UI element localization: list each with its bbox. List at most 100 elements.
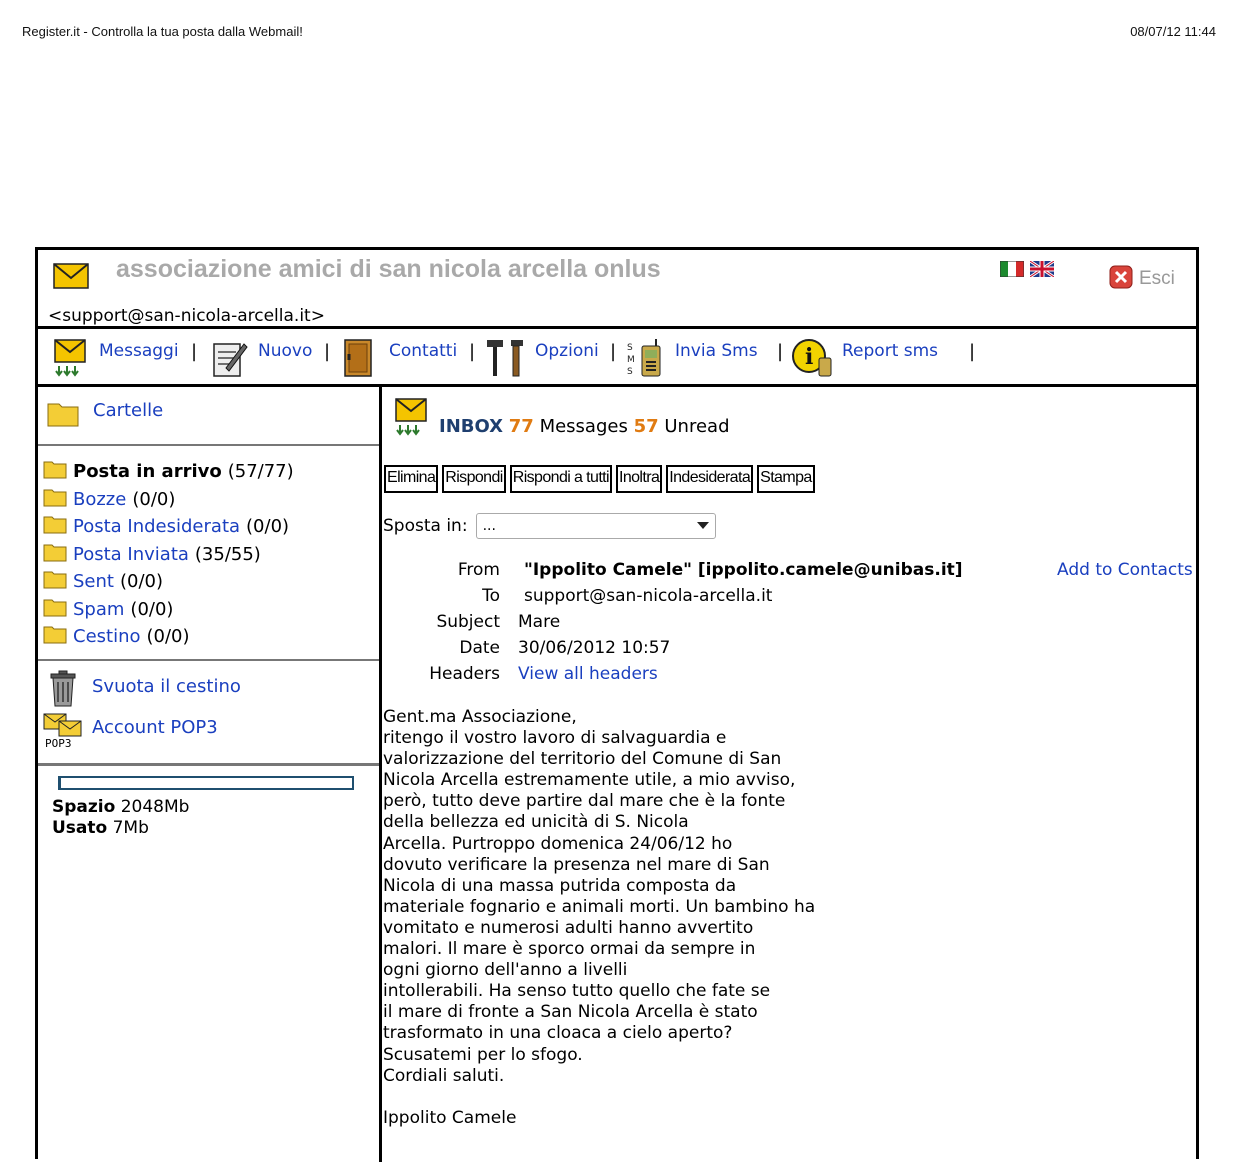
italian-flag-icon[interactable] — [999, 260, 1025, 281]
folder-name: Posta in arrivo — [73, 461, 222, 482]
pop3-icon: POP3 — [43, 713, 85, 751]
trash-icon — [48, 670, 78, 713]
folder-icon — [43, 542, 67, 567]
nav-separator: | — [610, 341, 617, 362]
nav-send-sms[interactable]: SMS Invia Sms — [626, 338, 758, 382]
nav-separator: | — [324, 341, 331, 362]
folder-sent[interactable]: Sent (0/0) — [43, 569, 163, 594]
move-label: Sposta in: — [383, 516, 468, 536]
message-actions: Elimina Rispondi Rispondi a tutti Inoltr… — [384, 465, 815, 493]
webmail-frame: associazione amici di san nicola arcella… — [35, 247, 1199, 1162]
header-to: To support@san-nicola-arcella.it — [424, 586, 1184, 612]
nav-new-label: Nuovo — [258, 341, 313, 361]
mark-junk-button[interactable]: Indesiderata — [666, 465, 754, 493]
nav-contacts-label: Contatti — [389, 341, 458, 361]
folder-inbox[interactable]: Posta in arrivo (57/77) — [43, 459, 294, 484]
quota-space-value: 2048Mb — [120, 797, 190, 817]
date-value: 30/06/2012 10:57 — [518, 638, 671, 658]
nav-options[interactable]: Opzioni — [485, 338, 599, 382]
svg-text:S: S — [627, 367, 633, 377]
sms-phone-icon: SMS — [626, 338, 666, 382]
total-count: 77 — [508, 416, 534, 437]
print-header: Register.it - Controlla la tua posta dal… — [22, 24, 1216, 42]
nav-contacts[interactable]: Contatti — [343, 338, 457, 382]
add-to-contacts-link[interactable]: Add to Contacts — [1057, 560, 1193, 580]
empty-trash-button[interactable]: Svuota il cestino — [48, 670, 241, 713]
folder-spam[interactable]: Spam (0/0) — [43, 597, 173, 622]
inbox-summary: INBOX 77 Messages 57 Unread — [439, 416, 730, 437]
forward-button[interactable]: Inoltra — [615, 465, 663, 493]
folder-name: Spam — [73, 599, 125, 620]
folder-junk[interactable]: Posta Indesiderata (0/0) — [43, 514, 289, 539]
folder-trash[interactable]: Cestino (0/0) — [43, 624, 190, 649]
move-to-row: Sposta in: ... — [383, 513, 716, 539]
svg-text:i: i — [805, 344, 813, 370]
folder-name: Posta Indesiderata — [73, 516, 241, 537]
folder-count: (0/0) — [146, 626, 190, 647]
language-switcher — [999, 259, 1055, 281]
folder-count: (0/0) — [130, 599, 174, 620]
nav-options-label: Opzioni — [535, 341, 599, 361]
nav-messages-label: Messaggi — [99, 341, 179, 361]
quota-used: Usato 7Mb — [52, 818, 149, 838]
folder-drafts[interactable]: Bozze (0/0) — [43, 487, 175, 512]
divider — [38, 444, 379, 446]
nav-separator: | — [969, 341, 976, 362]
compose-icon — [212, 338, 248, 382]
headers-label: Headers — [429, 664, 500, 684]
folder-icon — [43, 569, 67, 594]
to-value: support@san-nicola-arcella.it — [524, 586, 773, 606]
folders-header[interactable]: Cartelle — [47, 399, 163, 432]
account-email: <support@san-nicola-arcella.it> — [48, 306, 325, 326]
logout-button[interactable]: Esci — [1109, 265, 1175, 293]
quota-space: Spazio 2048Mb — [52, 797, 189, 817]
nav-report-sms[interactable]: i Report sms — [791, 338, 938, 382]
address-book-icon — [343, 338, 375, 382]
folder-icon — [43, 597, 67, 622]
from-value: "Ippolito Camele" [ippolito.camele@uniba… — [524, 560, 963, 580]
nav-messages[interactable]: Messaggi — [53, 338, 179, 382]
chevron-down-icon — [696, 522, 709, 529]
nav-report-sms-label: Report sms — [842, 341, 939, 361]
folder-icon — [47, 399, 79, 432]
print-button[interactable]: Stampa — [757, 465, 815, 493]
pop3-icon-label: POP3 — [45, 737, 72, 750]
move-folder-select[interactable]: ... — [475, 513, 716, 539]
subject-value: Mare — [518, 612, 561, 632]
nav-send-sms-label: Invia Sms — [675, 341, 758, 361]
reply-all-button[interactable]: Rispondi a tutti — [509, 465, 612, 493]
unread-label: Unread — [664, 416, 730, 437]
folder-sent-mail[interactable]: Posta Inviata (35/55) — [43, 542, 261, 567]
folder-count: (57/77) — [227, 461, 294, 482]
nav-separator: | — [191, 341, 198, 362]
unread-count: 57 — [633, 416, 659, 437]
english-flag-icon[interactable] — [1029, 259, 1055, 281]
folder-name: Sent — [73, 571, 114, 592]
messages-label: Messages — [539, 416, 628, 437]
folder-name: Posta Inviata — [73, 544, 189, 565]
nav-new[interactable]: Nuovo — [212, 338, 312, 382]
date-label: Date — [459, 638, 500, 658]
folder-icon — [43, 514, 67, 539]
empty-trash-label: Svuota il cestino — [92, 676, 241, 697]
header-headers: Headers View all headers — [424, 664, 1184, 690]
folder-count: (35/55) — [194, 544, 261, 565]
view-all-headers-link[interactable]: View all headers — [518, 664, 658, 684]
subject-label: Subject — [436, 612, 500, 632]
print-title: Register.it - Controlla la tua posta dal… — [22, 24, 303, 39]
header-from: From "Ippolito Camele" [ippolito.camele@… — [424, 560, 1193, 586]
tools-icon — [485, 338, 525, 382]
pop3-account-label: Account POP3 — [92, 716, 218, 738]
nav-separator: | — [777, 341, 784, 362]
delete-button[interactable]: Elimina — [384, 465, 439, 493]
reply-button[interactable]: Rispondi — [442, 465, 506, 493]
message-view: INBOX 77 Messages 57 Unread Elimina Risp… — [382, 387, 1199, 1162]
quota-progress-fill — [60, 778, 61, 788]
print-datetime: 08/07/12 11:44 — [1130, 24, 1216, 39]
quota-used-label: Usato — [52, 818, 108, 838]
pop3-account-button[interactable]: POP3 Account POP3 — [43, 713, 218, 751]
quota-space-label: Spazio — [52, 797, 116, 817]
folders-title: Cartelle — [93, 400, 164, 421]
logout-label: Esci — [1139, 268, 1175, 289]
quota-used-value: 7Mb — [112, 818, 149, 838]
